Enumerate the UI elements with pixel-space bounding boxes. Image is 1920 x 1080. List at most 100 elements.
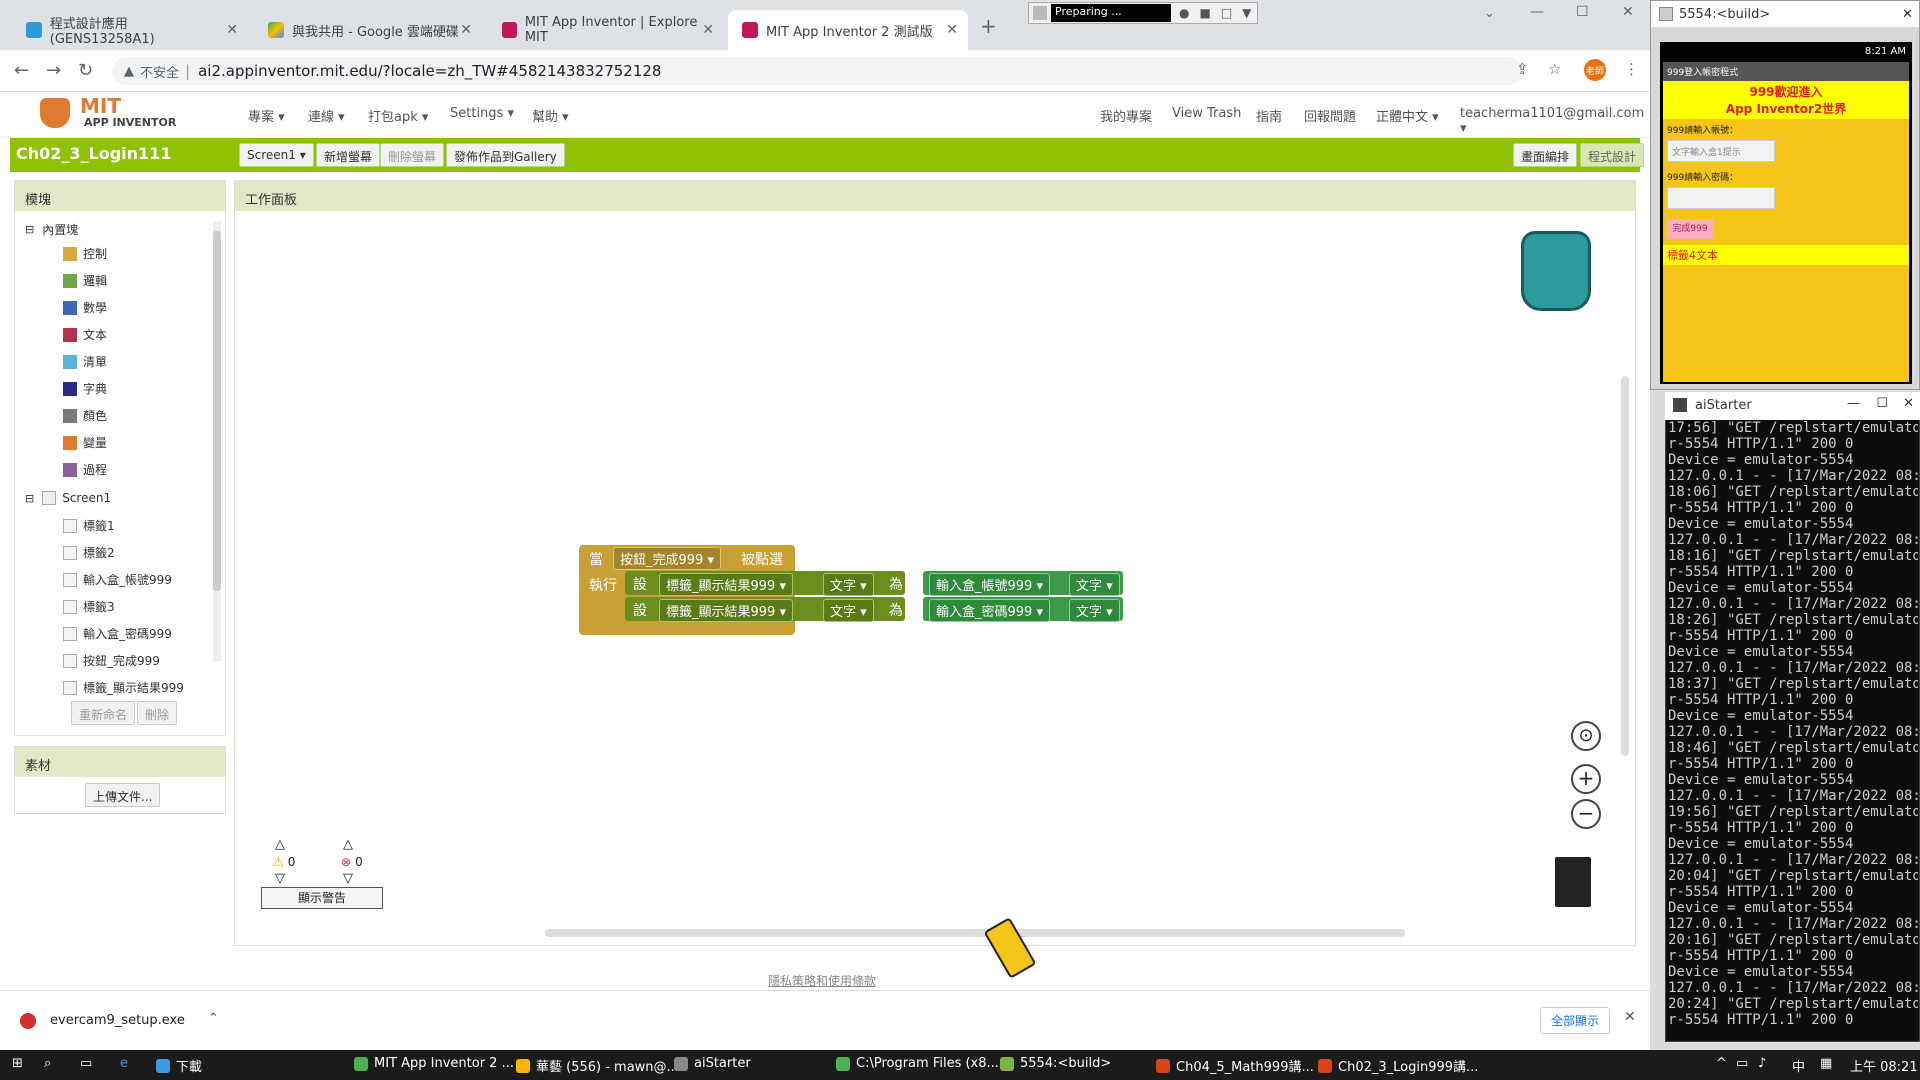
trash-icon[interactable] bbox=[1555, 857, 1591, 907]
close-window-icon[interactable]: ✕ bbox=[1903, 396, 1914, 411]
screen1-node[interactable]: ⊟ Screen1 bbox=[25, 491, 111, 505]
menu-guide[interactable]: 指南 bbox=[1256, 106, 1282, 125]
maximize-icon[interactable]: ☐ bbox=[1576, 4, 1589, 20]
rename-button[interactable]: 重新命名 bbox=[71, 701, 136, 725]
kebab-menu-icon[interactable]: ⋮ bbox=[1624, 60, 1639, 78]
remove-screen-button[interactable]: 刪除螢幕 bbox=[380, 143, 445, 167]
delete-button[interactable]: 刪除 bbox=[137, 701, 178, 725]
builtin-drawer-item[interactable]: 數學 bbox=[63, 299, 107, 316]
url-input[interactable]: ▲ 不安全 | ai2.appinventor.mit.edu/?locale=… bbox=[112, 57, 1522, 85]
component-item[interactable]: 標籤_顯示結果999 bbox=[63, 679, 184, 696]
builtin-drawer-item[interactable]: 清單 bbox=[63, 353, 107, 370]
finish-button[interactable]: 完成999 bbox=[1667, 219, 1713, 239]
builtin-drawer-item[interactable]: 文本 bbox=[63, 326, 107, 343]
designer-button[interactable]: 畫面編排 bbox=[1513, 143, 1578, 167]
menu-language[interactable]: 正體中文 ▾ bbox=[1376, 106, 1439, 125]
zoom-in-icon[interactable]: + bbox=[1571, 764, 1601, 794]
close-window-icon[interactable]: ✕ bbox=[1622, 4, 1634, 20]
download-filename[interactable]: evercam9_setup.exe bbox=[50, 1013, 185, 1028]
backpack-icon[interactable] bbox=[1521, 231, 1591, 311]
profile-avatar[interactable]: 老師 bbox=[1584, 59, 1606, 81]
blocks-button[interactable]: 程式設計 bbox=[1580, 143, 1645, 167]
warning-up-icon[interactable]: △ bbox=[275, 837, 285, 852]
account-input[interactable]: 文字輸入盒1提示 bbox=[1667, 140, 1775, 162]
workspace-vscroll[interactable] bbox=[1621, 376, 1629, 756]
publish-gallery-button[interactable]: 發佈作品到Gallery bbox=[446, 143, 565, 167]
close-icon[interactable]: ✕ bbox=[226, 22, 238, 38]
network-icon[interactable]: ▭ bbox=[1736, 1056, 1748, 1071]
menu-build[interactable]: 打包apk ▾ bbox=[368, 106, 428, 125]
menu-view-trash[interactable]: View Trash bbox=[1172, 106, 1241, 121]
taskbar-app[interactable]: Ch04_5_Math999講... bbox=[1156, 1056, 1314, 1075]
new-tab-button[interactable]: + bbox=[980, 14, 997, 38]
ime-indicator[interactable]: 中 bbox=[1792, 1056, 1805, 1075]
workspace-hscroll[interactable] bbox=[545, 929, 1405, 937]
minimize-icon[interactable]: — bbox=[1847, 396, 1860, 411]
taskbar-app[interactable]: aiStarter bbox=[674, 1056, 751, 1071]
warning-down-icon[interactable]: ▽ bbox=[275, 871, 285, 886]
tab-explore[interactable]: MIT App Inventor | Explore MIT ✕ bbox=[488, 10, 724, 50]
component-item[interactable]: 標籤1 bbox=[63, 517, 115, 534]
star-icon[interactable]: ☆ bbox=[1548, 60, 1561, 78]
tab-drive[interactable]: 與我共用 - Google 雲端硬碟 ✕ bbox=[254, 10, 482, 50]
taskbar-app[interactable]: C:\Program Files (x8... bbox=[836, 1056, 999, 1071]
show-warnings-button[interactable]: 顯示警告 bbox=[261, 887, 383, 909]
component-item[interactable]: 輸入盒_帳號999 bbox=[63, 571, 172, 588]
taskbar-app[interactable]: MIT App Inventor 2 ... bbox=[354, 1056, 514, 1071]
getter-prop-dropdown[interactable]: 文字 ▾ bbox=[1069, 599, 1120, 622]
appinventor-logo-icon[interactable] bbox=[40, 98, 70, 128]
tab-search-icon[interactable]: ⌄ bbox=[1484, 6, 1495, 21]
privacy-link[interactable]: 隱私策略和使用條款 bbox=[768, 972, 876, 989]
collapse-icon[interactable]: ⊟ bbox=[25, 223, 34, 236]
volume-icon[interactable]: ♪ bbox=[1758, 1056, 1766, 1071]
menu-connect[interactable]: 連線 ▾ bbox=[308, 106, 345, 125]
reload-icon[interactable]: ↻ bbox=[78, 60, 93, 81]
component-item[interactable]: 輸入盒_密碼999 bbox=[63, 625, 172, 642]
share-icon[interactable]: ⇪ bbox=[1516, 60, 1529, 78]
add-screen-button[interactable]: 新增螢幕 bbox=[316, 143, 381, 167]
palette-scrollbar[interactable] bbox=[213, 221, 221, 661]
getter-source-dropdown[interactable]: 輸入盒_密碼999 ▾ bbox=[929, 599, 1050, 622]
close-icon[interactable]: ✕ bbox=[460, 22, 472, 38]
forward-icon[interactable]: → bbox=[46, 60, 61, 81]
show-all-button[interactable]: 全部顯示 bbox=[1540, 1007, 1611, 1034]
error-up-icon[interactable]: △ bbox=[343, 837, 353, 852]
setter-target-dropdown[interactable]: 標籤_顯示結果999 ▾ bbox=[659, 573, 793, 596]
tab-active-ai2[interactable]: MIT App Inventor 2 測試版 ✕ bbox=[728, 10, 968, 50]
upload-file-button[interactable]: 上傳文件... bbox=[85, 783, 161, 807]
builtin-drawer-item[interactable]: 過程 bbox=[63, 461, 107, 478]
builtin-drawer-item[interactable]: 邏輯 bbox=[63, 272, 107, 289]
taskbar-app[interactable]: 華藝 (556) - mawn@... bbox=[516, 1056, 679, 1075]
start-icon[interactable]: ⊞ bbox=[12, 1056, 23, 1071]
getter-prop-dropdown[interactable]: 文字 ▾ bbox=[1069, 573, 1120, 596]
close-window-icon[interactable]: ✕ bbox=[1902, 7, 1913, 22]
getter-source-dropdown[interactable]: 輸入盒_帳號999 ▾ bbox=[929, 573, 1050, 596]
chevron-down-icon[interactable]: ▼ bbox=[1242, 6, 1251, 20]
setter-prop-dropdown[interactable]: 文字 ▾ bbox=[823, 573, 874, 596]
minimize-icon[interactable]: — bbox=[1530, 4, 1544, 20]
builtin-drawer-item[interactable]: 控制 bbox=[63, 245, 107, 262]
region-icon[interactable]: □ bbox=[1221, 6, 1232, 20]
component-dropdown[interactable]: 按鈕_完成999 ▾ bbox=[613, 547, 721, 570]
component-item[interactable]: 按鈕_完成999 bbox=[63, 652, 160, 669]
password-input[interactable] bbox=[1667, 187, 1775, 209]
close-icon[interactable]: ✕ bbox=[946, 22, 958, 38]
taskbar-app[interactable]: 下載 bbox=[156, 1056, 202, 1075]
setter-target-dropdown[interactable]: 標籤_顯示結果999 ▾ bbox=[659, 599, 793, 622]
recenter-icon[interactable]: ⊙ bbox=[1571, 721, 1601, 751]
menu-my-projects[interactable]: 我的專案 bbox=[1100, 106, 1152, 125]
clock[interactable]: 上午 08:21 bbox=[1850, 1056, 1918, 1075]
builtin-drawer-item[interactable]: 顏色 bbox=[63, 407, 107, 424]
zoom-out-icon[interactable]: − bbox=[1571, 799, 1601, 829]
builtin-drawer-item[interactable]: 字典 bbox=[63, 380, 107, 397]
menu-account[interactable]: teacherma1101@gmail.com ▾ bbox=[1460, 106, 1650, 136]
taskbar-app[interactable]: Ch02_3_Login999講... bbox=[1318, 1056, 1478, 1075]
stop-icon[interactable] bbox=[1033, 6, 1047, 20]
component-item[interactable]: 標籤2 bbox=[63, 544, 115, 561]
task-view-icon[interactable]: ▭ bbox=[80, 1056, 92, 1071]
component-item[interactable]: 標籤3 bbox=[63, 598, 115, 615]
taskbar-app[interactable]: 5554:<build> bbox=[1000, 1056, 1111, 1071]
maximize-icon[interactable]: ☐ bbox=[1876, 396, 1888, 411]
close-icon[interactable]: ✕ bbox=[702, 22, 714, 38]
edge-icon[interactable]: e bbox=[120, 1056, 128, 1071]
